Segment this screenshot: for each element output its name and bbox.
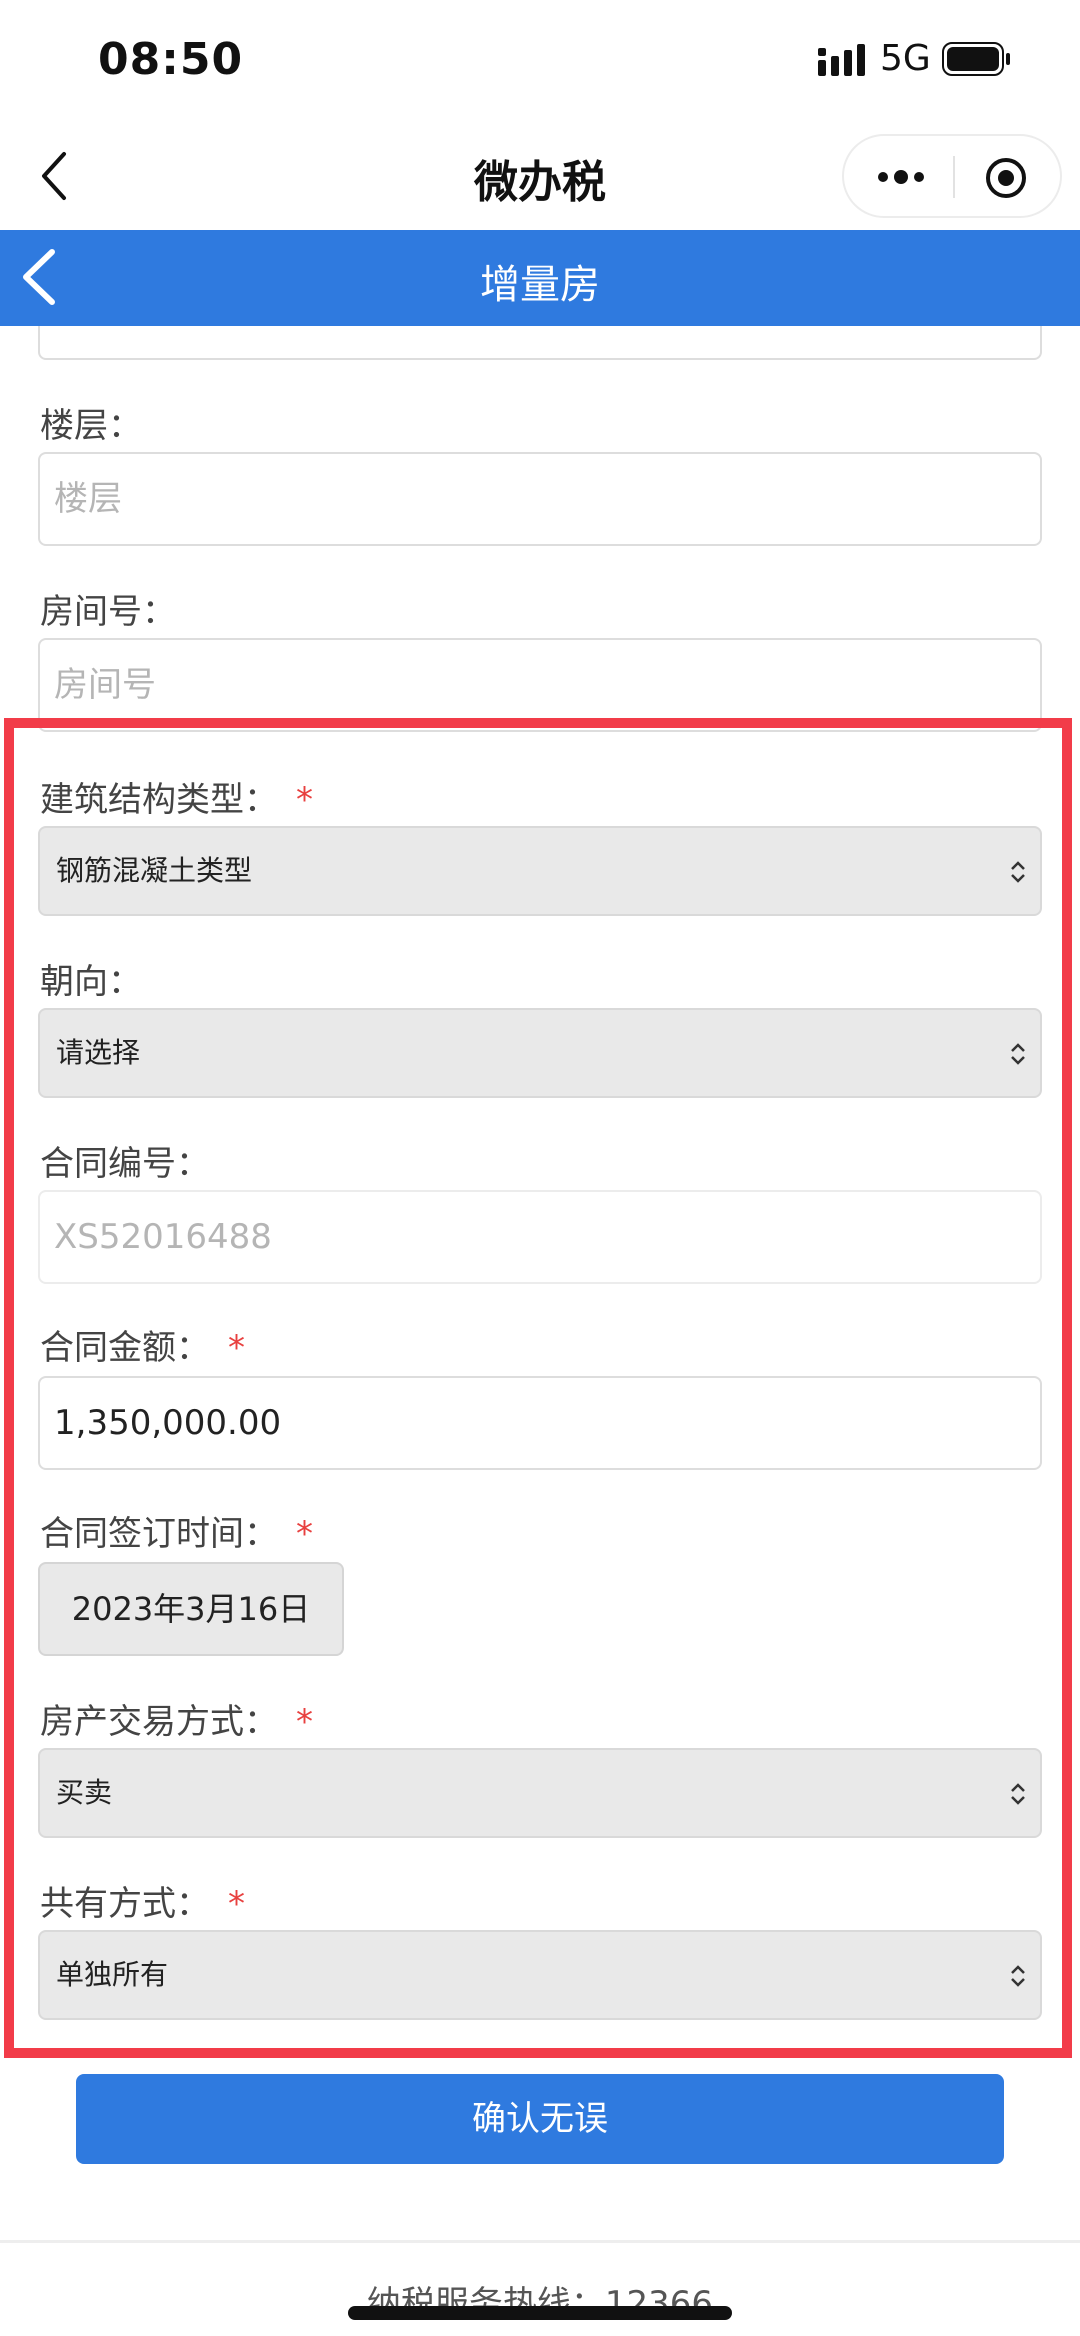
close-miniprogram-icon[interactable] — [984, 156, 1028, 200]
contract-amount-input[interactable]: 1,350,000.00 — [38, 1376, 1042, 1470]
confirm-button[interactable]: 确认无误 — [76, 2074, 1004, 2164]
updown-arrow-icon — [1011, 1965, 1025, 1987]
trade-method-value: 买卖 — [56, 1776, 113, 1809]
status-time: 08:50 — [98, 34, 244, 85]
orientation-value: 请选择 — [56, 1036, 141, 1069]
more-icon[interactable] — [874, 160, 928, 194]
network-label: 5G — [880, 38, 931, 79]
page-header: 增量房 — [0, 230, 1080, 326]
trade-method-label: 房产交易方式： * — [40, 1702, 313, 1742]
sign-date-value: 2023年3月16日 — [71, 1590, 311, 1628]
nav-bar: 微办税 — [0, 120, 1080, 230]
ownership-value: 单独所有 — [56, 1958, 169, 1991]
trade-method-select[interactable]: 买卖 — [38, 1748, 1042, 1838]
contract-no-label: 合同编号： — [40, 1144, 210, 1184]
required-mark: * — [228, 1328, 245, 1368]
room-input[interactable]: 房间号 — [38, 638, 1042, 732]
floor-placeholder: 楼层 — [54, 479, 122, 519]
contract-amount-label: 合同金额： * — [40, 1328, 245, 1368]
required-mark: * — [296, 1514, 313, 1554]
updown-arrow-icon — [1011, 1783, 1025, 1805]
updown-arrow-icon — [1011, 861, 1025, 883]
capsule-menu — [842, 134, 1062, 218]
battery-icon — [942, 42, 1010, 76]
contract-no-input[interactable]: XS52016488 — [38, 1190, 1042, 1284]
capsule-divider — [953, 156, 955, 198]
room-placeholder: 房间号 — [54, 665, 156, 705]
contract-no-placeholder: XS52016488 — [54, 1217, 272, 1257]
page-title: 增量房 — [480, 262, 600, 308]
required-mark: * — [228, 1884, 245, 1924]
floor-input[interactable]: 楼层 — [38, 452, 1042, 546]
floor-label: 楼层： — [40, 406, 142, 446]
structure-value: 钢筋混凝土类型 — [56, 854, 253, 887]
ownership-label: 共有方式： * — [40, 1884, 245, 1924]
footer-divider — [0, 2240, 1080, 2243]
orientation-label: 朝向： — [40, 962, 142, 1002]
sign-date-label: 合同签订时间： * — [40, 1514, 313, 1554]
sign-date-picker[interactable]: 2023年3月16日 — [38, 1562, 344, 1656]
orientation-select[interactable]: 请选择 — [38, 1008, 1042, 1098]
signal-icon — [818, 44, 865, 76]
required-mark: * — [296, 780, 313, 820]
form-area: 楼层： 楼层 房间号： 房间号 建筑结构类型： * 钢筋混凝土类型 朝向： 请选择… — [0, 326, 1080, 2336]
required-mark: * — [296, 1702, 313, 1742]
home-indicator — [348, 2306, 732, 2320]
previous-field-input[interactable] — [38, 326, 1042, 360]
structure-label: 建筑结构类型： * — [40, 780, 313, 820]
contract-amount-value: 1,350,000.00 — [54, 1403, 282, 1443]
room-label: 房间号： — [40, 592, 176, 632]
ownership-select[interactable]: 单独所有 — [38, 1930, 1042, 2020]
status-bar: 08:50 5G — [0, 0, 1080, 120]
updown-arrow-icon — [1011, 1043, 1025, 1065]
structure-select[interactable]: 钢筋混凝土类型 — [38, 826, 1042, 916]
